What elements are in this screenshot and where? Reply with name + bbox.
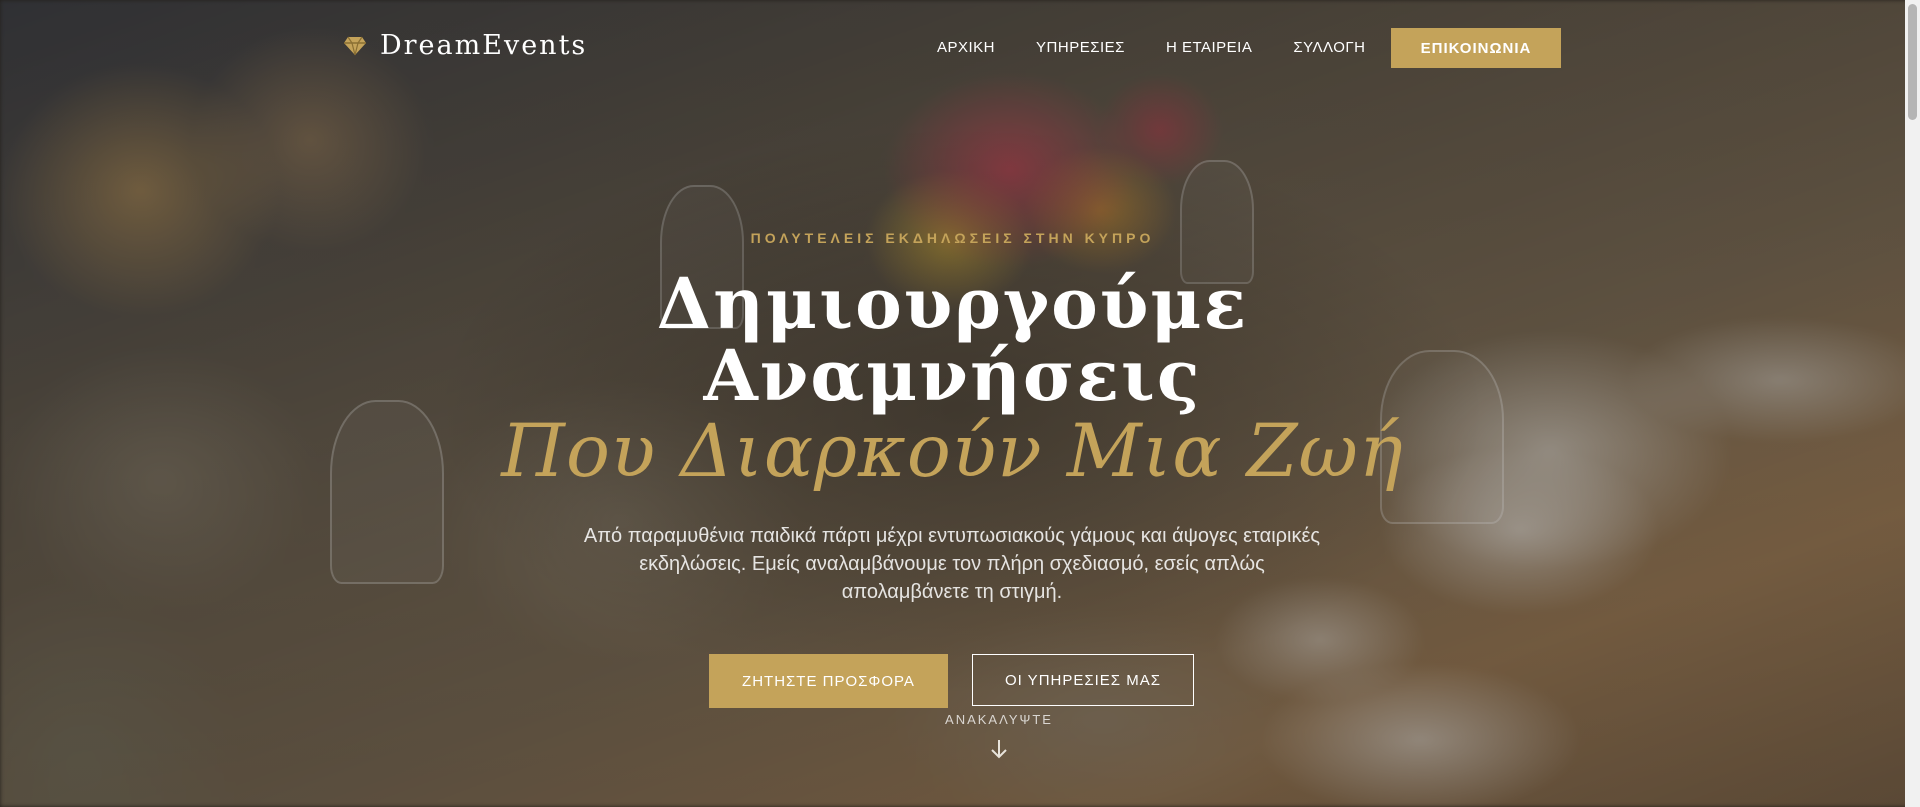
- hero-title-line-2: Αναμνήσεις: [703, 334, 1202, 417]
- diamond-icon: [344, 36, 366, 55]
- hero-title-line-1: Δημιουργούμε: [656, 262, 1249, 345]
- arrow-down-icon[interactable]: [990, 738, 1008, 760]
- our-services-button[interactable]: ΟΙ ΥΠΗΡΕΣΙΕΣ ΜΑΣ: [972, 654, 1194, 706]
- hero-title: Δημιουργούμε Αναμνήσεις Που Διαρκούν Μια…: [0, 268, 1905, 492]
- logo[interactable]: DreamEvents: [344, 30, 587, 61]
- nav-item-company[interactable]: Η ΕΤΑΙΡΕΙΑ: [1166, 39, 1252, 56]
- hero-eyebrow: ΠΟΛΥΤΕΛΕΙΣ ΕΚΔΗΛΩΣΕΙΣ ΣΤΗΝ ΚΥΠΡΟ: [750, 230, 1155, 246]
- request-quote-button[interactable]: ΖΗΤΗΣΤΕ ΠΡΟΣΦΟΡΑ: [709, 654, 948, 708]
- logo-text: DreamEvents: [380, 30, 588, 61]
- page: DreamEvents ΑΡΧΙΚΗ ΥΠΗΡΕΣΙΕΣ Η ΕΤΑΙΡΕΙΑ …: [0, 0, 1920, 807]
- site-header: DreamEvents ΑΡΧΙΚΗ ΥΠΗΡΕΣΙΕΣ Η ΕΤΑΙΡΕΙΑ …: [0, 0, 1905, 96]
- nav-item-collection[interactable]: ΣΥΛΛΟΓΗ: [1293, 39, 1365, 56]
- page-scrollbar[interactable]: [1905, 0, 1920, 807]
- scroll-hint-label[interactable]: ΑΝΑΚΑΛΥΨΤΕ: [0, 712, 1920, 727]
- contact-button[interactable]: ΕΠΙΚΟΙΝΩΝΙΑ: [1391, 28, 1561, 68]
- nav-item-services[interactable]: ΥΠΗΡΕΣΙΕΣ: [1036, 39, 1125, 56]
- scrollbar-thumb[interactable]: [1908, 4, 1917, 120]
- hero-subtitle: Από παραμυθένια παιδικά πάρτι μέχρι εντυ…: [583, 525, 1321, 603]
- hero-title-accent: Που Διαρκούν Μια Ζωή: [501, 409, 1404, 494]
- nav-item-home[interactable]: ΑΡΧΙΚΗ: [937, 39, 995, 56]
- main-nav: ΑΡΧΙΚΗ ΥΠΗΡΕΣΙΕΣ Η ΕΤΑΙΡΕΙΑ ΣΥΛΛΟΓΗ: [937, 39, 1407, 56]
